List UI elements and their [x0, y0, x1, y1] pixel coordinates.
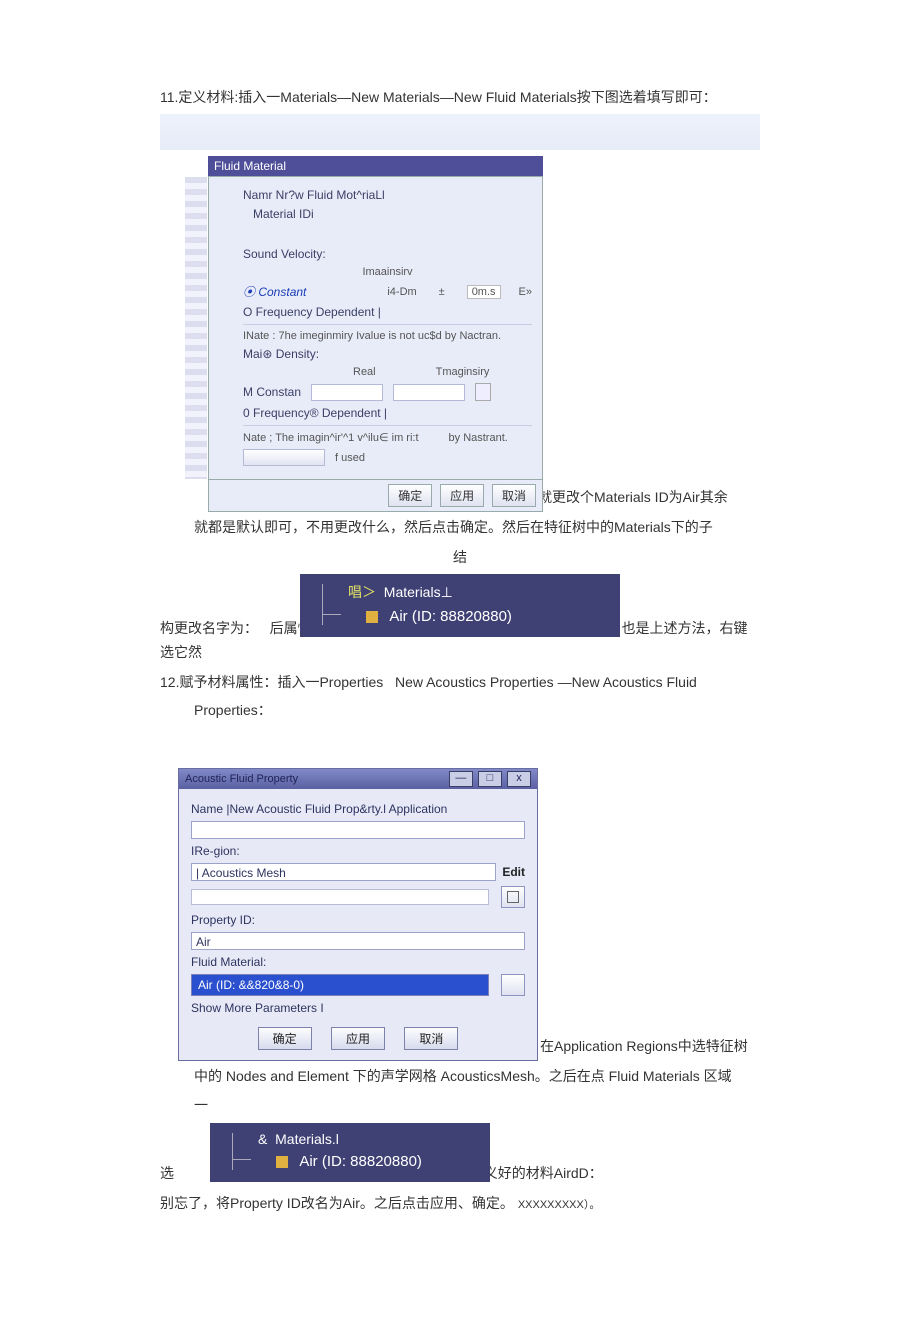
step12-line2: 中的 Nodes and Element 下的声学网格 AcousticsMes…: [194, 1065, 760, 1089]
close-icon[interactable]: x: [507, 771, 531, 787]
materials-tree-1: 唱＞ Materials⊥ Air (ID: 88820880): [300, 574, 620, 637]
step11-after2: 就都是默认即可，不用更改什么，然后点击确定。然后在特征树中的Materials下…: [194, 516, 760, 540]
sound-velocity-label: Sound Velocity:: [243, 247, 326, 261]
final-left: 构更改名字为：: [160, 620, 258, 636]
name-row: Name |New Acoustic Fluid Prop&rty.l Appl…: [191, 802, 525, 816]
step11-after1: 其实就更改个Materials ID为Air其余: [510, 486, 760, 510]
tree-pre: 唱＞: [348, 584, 376, 600]
dialog2-body: Name |New Acoustic Fluid Prop&rty.l Appl…: [179, 789, 537, 1060]
property-id-input[interactable]: Air: [191, 932, 525, 950]
region-label: IRe-gion:: [191, 844, 525, 858]
material-node-icon: [366, 611, 378, 623]
material-node-icon-2: [276, 1156, 288, 1168]
left-scuff: [185, 177, 207, 479]
step12-heading: 12.赋予材料属性：插入一Properties New Acoustics Pr…: [160, 671, 760, 693]
step11-heading: 11.定义材料:插入一Materials—New Materials—New F…: [160, 86, 760, 108]
property-id-label: Property ID:: [191, 913, 525, 927]
m-constan-radio[interactable]: M Constan: [243, 385, 301, 399]
constant-label: Constant: [258, 285, 306, 299]
real-input[interactable]: [311, 384, 383, 401]
edit-button[interactable]: Edit: [502, 865, 525, 879]
cancel-button-2[interactable]: 取消: [404, 1027, 458, 1050]
step12-heading2: Properties：: [194, 699, 760, 721]
maximize-icon[interactable]: □: [478, 771, 502, 787]
note2b: by Nastrant.: [449, 432, 508, 444]
tree2-air-node[interactable]: Air (ID: 88820880): [299, 1153, 422, 1170]
bottom-left: 选: [160, 1165, 174, 1181]
region-box[interactable]: [191, 821, 525, 839]
tree2-pre: &: [258, 1131, 267, 1147]
mesh-box[interactable]: | Acoustics Mesh: [191, 863, 496, 881]
step12-line3: 一: [194, 1094, 760, 1116]
dialog2-buttons: 确定 应用 取消: [191, 1027, 525, 1050]
step12-after-right: 在Application Regions中选特征树: [540, 1035, 760, 1059]
dialog-title: Fluid Material: [208, 156, 543, 176]
ok-button[interactable]: 确定: [388, 484, 432, 507]
dialog-body: Namr Nr?w Fluid Mot^riaLl Material IDi S…: [208, 176, 543, 480]
show-more-link[interactable]: Show More Parameters I: [191, 1001, 525, 1015]
dialog2-title: Acoustic Fluid Property: [185, 773, 298, 785]
tree-materials-label[interactable]: Materials⊥: [384, 584, 453, 600]
constant-radio[interactable]: ⦿ Constant: [243, 283, 306, 300]
e-col: E»: [519, 286, 532, 298]
fluid-material-dialog: Fluid Material Namr Nr?w Fluid Mot^riaLl…: [208, 156, 543, 512]
mass-density-label: Mai⊛ Density:: [243, 347, 319, 361]
name-label: Namr Nr?w Fluid Mot^riaLl: [243, 188, 385, 202]
dialog1-buttons: 确定 应用 取消: [208, 480, 543, 512]
imag-input[interactable]: [393, 384, 465, 401]
step11-after3: 结: [160, 546, 760, 568]
dialog2-titlebar: Acoustic Fluid Property — □ x: [179, 769, 537, 789]
cancel-button[interactable]: 取消: [492, 484, 536, 507]
apply-button[interactable]: 应用: [440, 484, 484, 507]
mesh-thin-box[interactable]: [191, 889, 489, 905]
imag2-header: Tmaginsiry: [436, 366, 490, 378]
note1: INate : 7he imeginmiry Ivalue is not uc$…: [243, 330, 532, 342]
materials-tree-2: & Materials.l Air (ID: 88820880): [210, 1123, 490, 1182]
mesh-label: | Acoustics Mesh: [196, 866, 286, 880]
minimize-icon[interactable]: —: [449, 771, 473, 787]
real-header: Real: [353, 366, 376, 378]
note2a: Nate ; The imagin^ir'^1 v^ilu∈ im ri:t: [243, 431, 419, 444]
bottom-input[interactable]: [243, 449, 325, 466]
used-text: f used: [335, 452, 365, 464]
ok-button-2[interactable]: 确定: [258, 1027, 312, 1050]
picker-button-1[interactable]: [501, 886, 525, 908]
acoustic-fluid-property-dialog: Acoustic Fluid Property — □ x Name |New …: [178, 768, 538, 1061]
c4dm-text: i4-Dm: [387, 286, 416, 298]
tree-air-node[interactable]: Air (ID: 88820880): [389, 608, 512, 625]
document-page: 11.定义材料:插入一Materials—New Materials—New F…: [0, 0, 920, 1320]
freq-dep-radio2[interactable]: 0 Frequency® Dependent |: [243, 406, 387, 420]
fluid-material-select[interactable]: Air (ID: &&820&8-0): [191, 974, 489, 996]
spinner[interactable]: [475, 383, 491, 401]
imag-header: Imaainsirv: [362, 266, 412, 278]
decorative-strip-top: [160, 114, 760, 150]
freq-dep-radio[interactable]: O Frequency Dependent |: [243, 305, 381, 319]
units-box[interactable]: 0m.s: [467, 285, 501, 299]
step12-bottom2: 别忘了，将Property ID改名为Air。之后点击应用、确定。 XXXXXX…: [160, 1192, 760, 1215]
tree2-materials-label[interactable]: Materials.l: [275, 1131, 339, 1147]
apply-button-2[interactable]: 应用: [331, 1027, 385, 1050]
picker-button-2[interactable]: [501, 974, 525, 996]
fluid-material-label: Fluid Material:: [191, 955, 525, 969]
material-id-label: Material IDi: [253, 207, 314, 221]
